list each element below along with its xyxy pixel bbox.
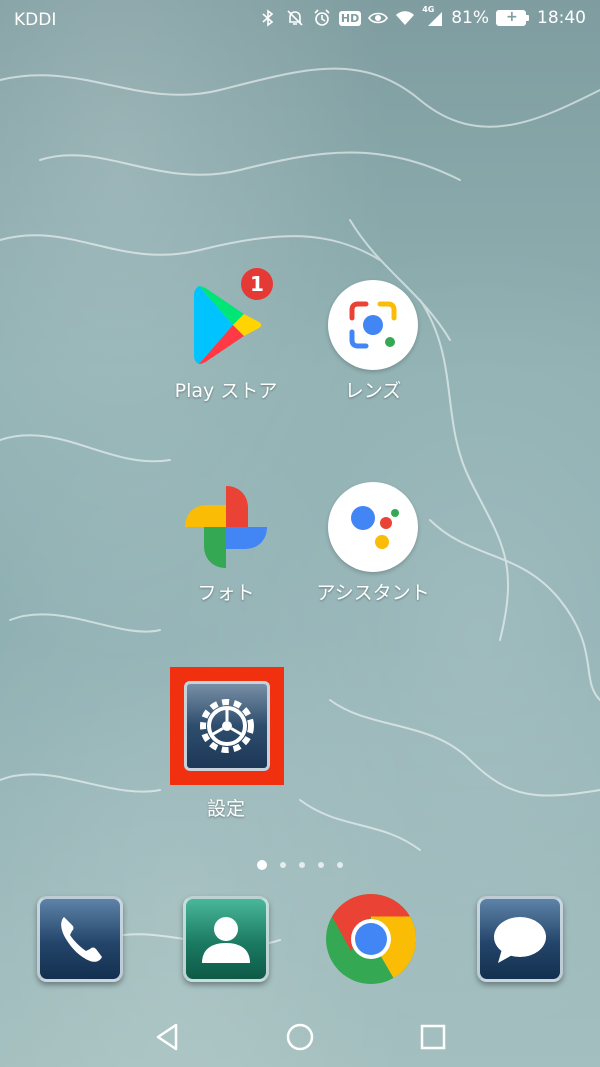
settings-gear-icon bbox=[200, 699, 254, 753]
photos-icon bbox=[181, 482, 271, 572]
dock-phone[interactable] bbox=[20, 896, 140, 982]
page-dot[interactable] bbox=[337, 862, 343, 868]
app-label: フォト bbox=[197, 582, 255, 604]
mute-icon bbox=[285, 8, 305, 28]
network-type-label: 4G bbox=[422, 5, 435, 14]
page-dot[interactable] bbox=[299, 862, 305, 868]
message-icon bbox=[477, 896, 563, 982]
eye-comfort-icon bbox=[368, 8, 389, 28]
back-icon[interactable] bbox=[148, 1017, 188, 1057]
app-label: レンズ bbox=[344, 380, 402, 402]
battery-percent: 81% bbox=[451, 8, 489, 28]
wifi-icon bbox=[395, 8, 415, 28]
navigation-bar bbox=[0, 1005, 600, 1067]
dock-chrome[interactable] bbox=[311, 893, 431, 985]
battery-icon: + bbox=[496, 9, 529, 26]
page-dot-active[interactable] bbox=[257, 860, 267, 870]
clock: 18:40 bbox=[537, 8, 586, 28]
dock-contacts[interactable] bbox=[166, 896, 286, 982]
page-dot[interactable] bbox=[280, 862, 286, 868]
app-photos[interactable]: フォト bbox=[166, 482, 286, 605]
app-play-store[interactable]: 1 Play ストア bbox=[166, 268, 286, 403]
alarm-icon bbox=[312, 8, 332, 28]
carrier-label: KDDI bbox=[14, 10, 57, 30]
assistant-icon bbox=[328, 482, 418, 572]
app-settings[interactable] bbox=[184, 681, 270, 771]
app-label-settings: 設定 bbox=[206, 798, 245, 820]
recents-icon[interactable] bbox=[413, 1017, 453, 1057]
lens-icon bbox=[328, 280, 418, 370]
chrome-icon bbox=[325, 893, 417, 985]
page-dot[interactable] bbox=[318, 862, 324, 868]
phone-icon bbox=[37, 896, 123, 982]
status-icons: HD 4G 81% + 18:40 bbox=[258, 5, 586, 28]
play-store-icon: 1 bbox=[181, 268, 273, 370]
notification-badge: 1 bbox=[241, 268, 273, 300]
app-label: アシスタント bbox=[316, 582, 430, 604]
hd-icon: HD bbox=[338, 10, 362, 26]
app-lens[interactable]: レンズ bbox=[313, 280, 433, 403]
signal-icon: 4G bbox=[422, 5, 444, 28]
app-label: Play ストア bbox=[174, 380, 278, 402]
app-assistant[interactable]: アシスタント bbox=[313, 482, 433, 605]
contacts-icon bbox=[183, 896, 269, 982]
home-icon[interactable] bbox=[280, 1017, 320, 1057]
dock-messages[interactable] bbox=[460, 896, 580, 982]
status-bar: KDDI HD 4G 81% + 18:40 bbox=[0, 0, 600, 40]
bluetooth-icon bbox=[258, 8, 278, 28]
page-indicator bbox=[0, 860, 600, 870]
